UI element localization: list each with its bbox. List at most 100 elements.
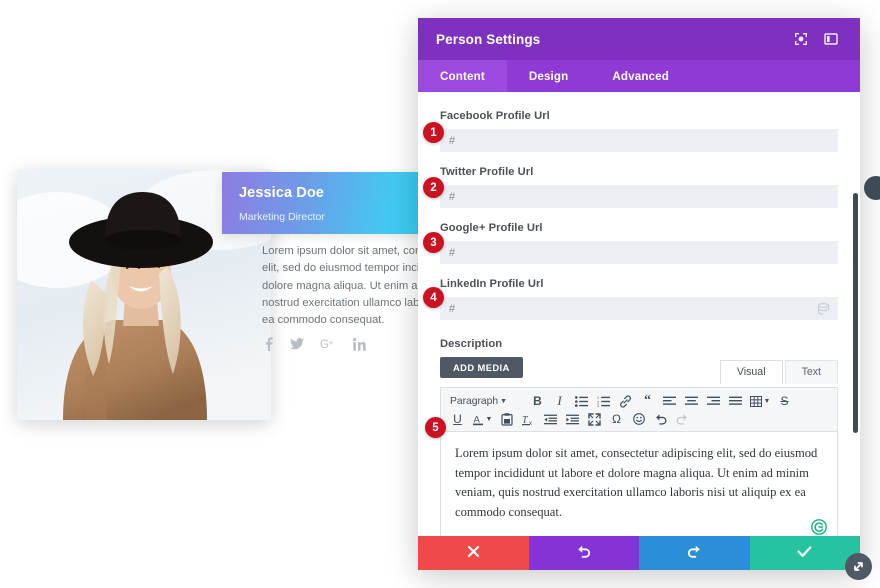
tab-content[interactable]: Content <box>418 60 507 92</box>
discard-button[interactable] <box>418 536 529 570</box>
chevron-down-icon: ▼ <box>763 397 771 405</box>
step-badge-5: 5 <box>425 417 446 438</box>
person-description-line: dolore magna aliqua. Ut enim ad <box>262 279 424 292</box>
tab-design[interactable]: Design <box>507 60 591 92</box>
modal-tabs[interactable]: Content Design Advanced <box>418 60 860 92</box>
field-googleplus-profile-url: Google+ Profile Url # <box>440 222 838 264</box>
grammarly-icon[interactable] <box>811 519 827 535</box>
person-description-line: nostrud exercitation ullamco lab <box>262 296 420 309</box>
field-label: Twitter Profile Url <box>440 166 534 178</box>
step-badge-1: 1 <box>423 122 444 143</box>
modal-footer <box>418 536 860 570</box>
text-color-icon[interactable]: A ▼ <box>469 410 495 428</box>
redo-button[interactable] <box>639 536 750 570</box>
description-editor-area[interactable]: Lorem ipsum dolor sit amet, consectetur … <box>440 432 838 536</box>
googleplus-icon[interactable]: G + <box>320 338 337 350</box>
chevron-down-icon: ▼ <box>485 415 493 423</box>
person-description-line: Lorem ipsum dolor sit amet, cons <box>262 245 427 257</box>
editor-toolbar: Paragraph ▼ B I 123 “ ▼ S U A ▼ T x Ω <box>440 387 838 432</box>
align-center-icon[interactable] <box>681 392 702 410</box>
modal-body: Facebook Profile Url # Twitter Profile U… <box>418 92 860 536</box>
svg-text:3: 3 <box>597 404 599 407</box>
twitter-icon[interactable] <box>290 338 304 350</box>
clear-formatting-icon[interactable]: Tx <box>518 410 539 428</box>
googleplus-profile-url-input[interactable]: # <box>440 241 838 264</box>
align-right-icon[interactable] <box>703 392 724 410</box>
close-icon <box>467 545 480 561</box>
field-value: # <box>449 302 456 315</box>
person-description-line: ea commodo consequat. <box>262 314 385 327</box>
outdent-icon[interactable] <box>540 410 561 428</box>
description-group: Description ADD MEDIA Visual Text Paragr… <box>440 338 838 536</box>
bold-icon[interactable]: B <box>527 392 548 410</box>
align-left-icon[interactable] <box>659 392 680 410</box>
step-badge-3: 3 <box>423 232 444 253</box>
description-toolbar-top: ADD MEDIA Visual Text <box>440 357 838 384</box>
person-description-preview: Lorem ipsum dolor sit amet, cons elit, se… <box>262 243 440 329</box>
linkedin-profile-url-input[interactable]: # <box>440 297 838 320</box>
layout-panel-icon[interactable] <box>820 28 842 50</box>
step-badge-2: 2 <box>423 177 444 198</box>
svg-text:x: x <box>529 421 532 426</box>
twitter-profile-url-input[interactable]: # <box>440 185 838 208</box>
redo-icon[interactable] <box>672 410 693 428</box>
description-label: Description <box>440 338 503 350</box>
person-name: Jessica Doe <box>239 185 324 201</box>
save-button[interactable] <box>749 536 860 570</box>
tab-advanced[interactable]: Advanced <box>590 60 691 92</box>
editor-toolbar-row-1: Paragraph ▼ B I 123 “ ▼ S <box>447 392 831 410</box>
field-label: Facebook Profile Url <box>440 110 550 122</box>
bullet-list-icon[interactable] <box>571 392 592 410</box>
field-value: # <box>449 190 456 203</box>
tab-text[interactable]: Text <box>784 360 838 384</box>
strikethrough-icon[interactable]: S <box>774 392 795 410</box>
svg-text:+: + <box>329 338 334 347</box>
vertical-scrollbar[interactable] <box>853 193 858 433</box>
modal-header: Person Settings <box>418 18 860 60</box>
link-icon[interactable] <box>615 392 636 410</box>
undo-button[interactable] <box>528 536 639 570</box>
fullscreen-editor-icon[interactable] <box>584 410 605 428</box>
italic-icon[interactable]: I <box>549 392 570 410</box>
indent-icon[interactable] <box>562 410 583 428</box>
paste-as-text-icon[interactable] <box>496 410 517 428</box>
facebook-icon[interactable] <box>264 337 274 351</box>
add-media-button[interactable]: ADD MEDIA <box>440 357 523 378</box>
fullscreen-icon[interactable] <box>790 28 812 50</box>
modal-title: Person Settings <box>436 31 541 47</box>
person-role: Marketing Director <box>239 211 325 223</box>
numbered-list-icon[interactable]: 123 <box>593 392 614 410</box>
special-character-icon[interactable]: Ω <box>606 410 627 428</box>
floating-round-button[interactable] <box>864 176 880 200</box>
tab-visual[interactable]: Visual <box>719 360 783 384</box>
field-value: # <box>449 134 456 147</box>
field-facebook-profile-url: Facebook Profile Url # <box>440 110 838 152</box>
field-value: # <box>449 246 456 259</box>
undo-icon <box>576 545 591 562</box>
facebook-profile-url-input[interactable]: # <box>440 129 838 152</box>
person-social-links[interactable]: G + <box>264 337 366 351</box>
description-text: Lorem ipsum dolor sit amet, consectetur … <box>455 446 818 519</box>
check-icon <box>797 545 812 561</box>
editor-toolbar-row-2: U A ▼ Tx Ω <box>447 410 831 428</box>
linkedin-icon[interactable] <box>353 337 366 351</box>
field-linkedin-profile-url: LinkedIn Profile Url # <box>440 278 838 320</box>
align-justify-icon[interactable] <box>725 392 746 410</box>
blockquote-icon[interactable]: “ <box>637 392 658 410</box>
step-badge-4: 4 <box>423 287 444 308</box>
redo-icon <box>687 545 702 562</box>
person-name-banner: Jessica Doe Marketing Director <box>222 172 426 234</box>
field-twitter-profile-url: Twitter Profile Url # <box>440 166 838 208</box>
person-settings-modal: Person Settings Content Design Advanced … <box>418 18 860 570</box>
field-label: Google+ Profile Url <box>440 222 543 234</box>
editor-mode-tabs[interactable]: Visual Text <box>719 360 838 384</box>
table-icon[interactable]: ▼ <box>747 392 773 410</box>
dynamic-content-icon[interactable] <box>817 302 830 315</box>
undo-icon[interactable] <box>650 410 671 428</box>
underline-icon[interactable]: U <box>447 410 468 428</box>
resize-handle-icon[interactable] <box>845 553 872 580</box>
paragraph-format-label: Paragraph <box>450 395 499 407</box>
paragraph-format-select[interactable]: Paragraph ▼ <box>447 396 526 407</box>
emoji-icon[interactable] <box>628 410 649 428</box>
chevron-down-icon: ▼ <box>500 397 508 405</box>
